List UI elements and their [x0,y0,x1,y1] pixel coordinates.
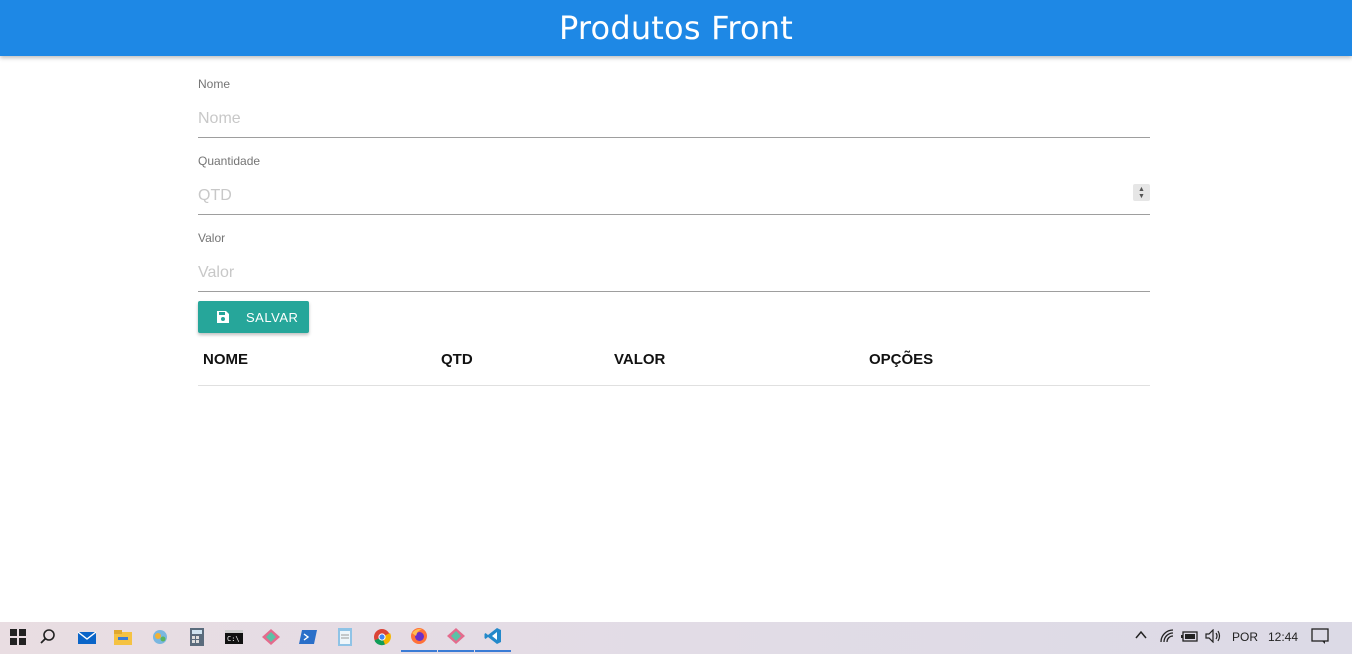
battery-icon[interactable] [1181,629,1199,646]
product-form: Nome Quantidade Valor ▲ ▼ [198,56,1150,292]
column-header-qtd: QTD [441,351,473,368]
control-panel-icon[interactable] [142,622,178,652]
nome-label: Nome [198,77,231,91]
chevron-up-icon[interactable]: ▲ [1138,186,1145,193]
valor-input[interactable] [198,255,1150,292]
save-button-label: SALVAR [246,309,299,325]
cmd-icon[interactable]: C:\ [216,622,252,652]
file-explorer-icon[interactable] [105,622,141,652]
save-button[interactable]: SALVAR [198,301,309,333]
volume-icon[interactable] [1205,628,1223,646]
wifi-icon[interactable] [1159,628,1175,647]
app-header: Produtos Front [0,0,1352,56]
products-table-header: NOME QTD VALOR OPÇÕES [198,340,1150,386]
column-header-opcoes: OPÇÕES [869,351,934,368]
mail-icon[interactable] [69,622,105,652]
page-title: Produtos Front [558,9,794,47]
vscode-icon[interactable] [475,622,511,652]
quantidade-label: Quantidade [198,154,261,168]
nome-field: Nome [198,56,1150,138]
calculator-icon[interactable] [179,622,215,652]
clock[interactable]: 12:44 [1268,630,1298,644]
valor-label: Valor [198,231,226,245]
chrome-icon[interactable] [364,622,400,652]
app-icon[interactable] [253,622,289,652]
powershell-icon[interactable] [290,622,326,652]
valor-field: Valor [198,210,1150,292]
save-icon [217,311,229,323]
quantity-stepper[interactable]: ▲ ▼ [1133,184,1150,201]
app-icon-2[interactable] [438,622,474,652]
firefox-icon[interactable] [401,622,437,652]
svg-text:C:\: C:\ [227,635,240,643]
column-header-nome: NOME [203,351,248,368]
search-icon[interactable] [30,622,66,652]
notepad-icon[interactable] [327,622,363,652]
windows-taskbar: C:\ POR 12:44 [0,622,1352,654]
quantidade-field: Quantidade [198,133,1150,215]
chevron-up-icon[interactable] [1134,628,1148,645]
chevron-down-icon[interactable]: ▼ [1138,193,1145,200]
column-header-valor: VALOR [614,351,666,368]
notifications-icon[interactable] [1311,628,1329,647]
language-indicator[interactable]: POR [1232,630,1258,644]
